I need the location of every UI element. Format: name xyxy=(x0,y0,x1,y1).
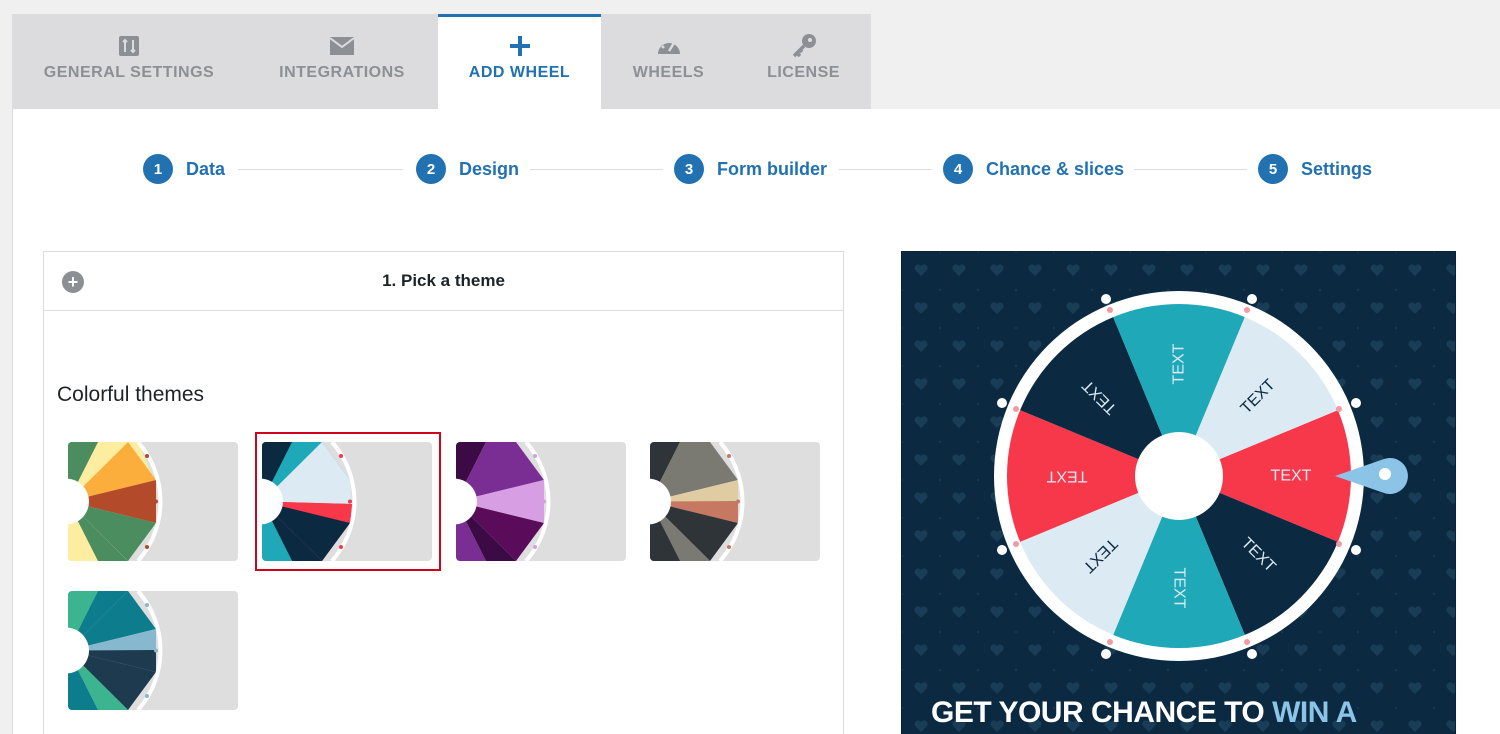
wizard-steps: 1 Data 2 Design 3 Form builder 4 Chance … xyxy=(143,154,1373,184)
headline-part-1: GET YOUR CHANCE TO xyxy=(931,696,1265,729)
tab-label: GENERAL SETTINGS xyxy=(43,64,215,81)
step-number: 5 xyxy=(1258,154,1288,184)
expand-plus-icon[interactable]: + xyxy=(62,271,84,293)
step-design[interactable]: 2 Design xyxy=(416,154,519,184)
tab-label: WHEELS xyxy=(632,64,705,81)
theme-picker-header[interactable]: + 1. Pick a theme xyxy=(44,252,843,311)
step-number: 3 xyxy=(674,154,704,184)
theme-group-label: Colorful themes xyxy=(57,383,205,406)
tab-integrations[interactable]: INTEGRATIONS xyxy=(246,14,438,109)
tab-general-settings[interactable]: GENERAL SETTINGS xyxy=(12,14,246,109)
sliders-icon xyxy=(118,34,140,58)
step-connector xyxy=(839,169,932,170)
wheel-slice-label: TEXT xyxy=(1271,468,1312,485)
theme-option-2[interactable] xyxy=(262,442,432,561)
step-label: Settings xyxy=(1301,158,1373,179)
preview-headline: GET YOUR CHANCE TO WIN A xyxy=(931,696,1357,730)
wheel-slice-label: TEXT xyxy=(1046,468,1087,485)
step-connector xyxy=(238,169,403,170)
wheel-preview: TEXT TEXT TEXT TEXT TEXT TEXT TEXT TEXT GET YOU… xyxy=(901,251,1456,734)
envelope-icon xyxy=(330,34,354,58)
step-label: Chance & slices xyxy=(986,158,1125,179)
dashboard-icon xyxy=(656,34,682,58)
tab-add-wheel[interactable]: ADD WHEEL xyxy=(438,14,601,109)
wheel-graphic: TEXTTEXTTEXTTEXTTEXTTEXTTEXTTEXT xyxy=(902,252,1455,734)
tab-label: ADD WHEEL xyxy=(468,64,571,81)
theme-option-3[interactable] xyxy=(456,442,626,561)
wheel-slice-label: TEXT xyxy=(1171,568,1188,609)
theme-option-5[interactable] xyxy=(68,591,238,710)
step-label: Form builder xyxy=(717,158,828,179)
tab-wheels[interactable]: WHEELS xyxy=(601,14,736,109)
headline-part-2: WIN A xyxy=(1272,696,1357,729)
step-connector xyxy=(530,169,663,170)
step-settings[interactable]: 5 Settings xyxy=(1258,154,1372,184)
theme-picker-title: 1. Pick a theme xyxy=(382,271,505,290)
step-number: 4 xyxy=(943,154,973,184)
theme-option-4[interactable] xyxy=(650,442,820,561)
plus-icon xyxy=(509,34,531,58)
step-label: Data xyxy=(186,158,226,179)
step-chance-slices[interactable]: 4 Chance & slices xyxy=(943,154,1124,184)
step-number: 1 xyxy=(143,154,173,184)
tab-label: LICENSE xyxy=(767,64,840,81)
theme-option-1[interactable] xyxy=(68,442,238,561)
step-number: 2 xyxy=(416,154,446,184)
step-form-builder[interactable]: 3 Form builder xyxy=(674,154,827,184)
tab-license[interactable]: LICENSE xyxy=(736,14,871,109)
theme-picker-panel: + 1. Pick a theme Colorful themes xyxy=(43,251,844,734)
step-label: Design xyxy=(459,158,520,179)
tab-bar: GENERAL SETTINGS INTEGRATIONS ADD WHEEL … xyxy=(12,14,871,109)
tab-label: INTEGRATIONS xyxy=(279,64,405,81)
step-data[interactable]: 1 Data xyxy=(143,154,225,184)
wheel-slice-label: TEXT xyxy=(1171,343,1188,384)
step-connector xyxy=(1134,169,1247,170)
key-icon xyxy=(791,34,817,58)
